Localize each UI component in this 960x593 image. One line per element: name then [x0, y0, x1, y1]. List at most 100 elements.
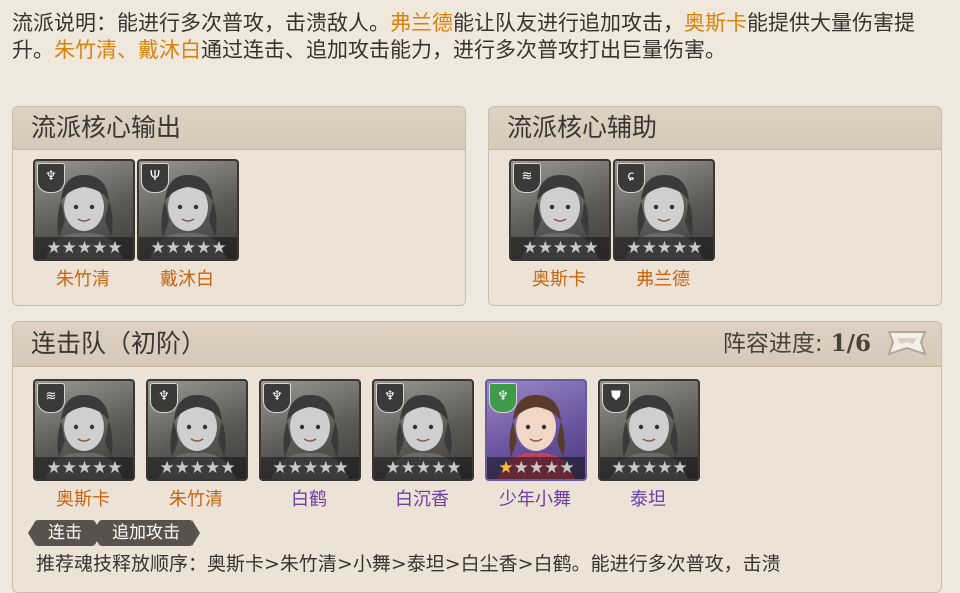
star-icon: ★	[107, 238, 122, 258]
desc-text: 通过连击、追加攻击能力，进行多次普攻打出巨量伤害。	[201, 38, 726, 62]
hero-card[interactable]: ♆ ★ ★ ★ ★ ★ 白沉香	[372, 379, 474, 511]
star-icon: ★	[431, 458, 446, 478]
star-rating: ★ ★ ★ ★ ★	[35, 237, 133, 259]
star-icon: ★	[513, 458, 529, 478]
star-icon: ★	[641, 238, 657, 258]
hero-name: 朱竹清	[169, 489, 223, 510]
star-icon: ★	[657, 458, 672, 478]
star-icon: ★	[165, 238, 181, 258]
progress-label: 阵容进度:	[722, 331, 823, 357]
star-icon: ★	[400, 458, 416, 478]
star-icon: ★	[302, 458, 318, 478]
swirl-icon: ɕ	[617, 163, 645, 193]
team-panel-header: 连击队（初阶） 阵容进度: 1/6	[13, 322, 941, 367]
hero-name: 奥斯卡	[56, 489, 110, 510]
wind-icon: ♆	[37, 163, 65, 193]
star-icon: ★	[583, 238, 598, 258]
star-icon: ★	[552, 238, 568, 258]
hero-card[interactable]: ♆ ★ ★ ★ ★ ★ 朱竹清	[146, 379, 248, 511]
wind-icon: ♆	[150, 383, 178, 413]
star-icon: ★	[76, 458, 92, 478]
hero-avatar[interactable]: ɕ ★ ★ ★ ★ ★	[613, 159, 715, 261]
star-icon: ★	[498, 458, 513, 478]
hero-name: 奥斯卡	[532, 269, 586, 290]
star-icon: ★	[150, 238, 165, 258]
star-icon: ★	[626, 238, 641, 258]
team-tags: 连击 追加攻击	[28, 520, 200, 546]
star-rating: ★ ★ ★ ★ ★	[600, 457, 698, 479]
star-icon: ★	[272, 458, 287, 478]
desc-highlight-hero: 弗兰德	[390, 11, 453, 35]
hero-card[interactable]: Ψ ★ ★ ★ ★ ★ 戴沐白	[137, 159, 239, 291]
hero-card[interactable]: ⛊ ★ ★ ★ ★ ★ 泰坦	[598, 379, 700, 511]
panel-title: 流派核心辅助	[489, 107, 941, 150]
hero-avatar[interactable]: ♆ ★ ★ ★ ★ ★	[146, 379, 248, 481]
star-icon: ★	[92, 238, 107, 258]
star-icon: ★	[559, 458, 574, 478]
hero-name: 少年小舞	[499, 489, 571, 510]
star-icon: ★	[537, 238, 553, 258]
shield-icon: ⛊	[602, 383, 630, 413]
star-icon: ★	[76, 238, 92, 258]
hero-avatar[interactable]: ⛊ ★ ★ ★ ★ ★	[598, 379, 700, 481]
hero-card[interactable]: ♆ ★ ★ ★ ★ ★ 白鹤	[259, 379, 361, 511]
star-icon: ★	[189, 458, 205, 478]
hero-avatar[interactable]: Ψ ★ ★ ★ ★ ★	[137, 159, 239, 261]
hero-name: 弗兰德	[636, 269, 690, 290]
tag-combo: 连击	[28, 520, 102, 546]
star-icon: ★	[61, 238, 77, 258]
star-icon: ★	[522, 238, 537, 258]
hero-avatar[interactable]: ≋ ★ ★ ★ ★ ★	[33, 379, 135, 481]
star-icon: ★	[333, 458, 348, 478]
star-rating: ★ ★ ★ ★ ★	[487, 457, 585, 479]
team-title: 连击队（初阶）	[31, 329, 207, 358]
hero-avatar[interactable]: ♆ ★ ★ ★ ★ ★	[372, 379, 474, 481]
desc-text: 能让队友进行追加攻击，	[453, 11, 684, 35]
team-progress: 阵容进度: 1/6	[723, 322, 871, 366]
star-icon: ★	[544, 458, 559, 478]
hero-avatar[interactable]: ≋ ★ ★ ★ ★ ★	[509, 159, 611, 261]
star-icon: ★	[641, 458, 657, 478]
star-icon: ★	[672, 238, 687, 258]
star-icon: ★	[446, 458, 461, 478]
star-icon: ★	[174, 458, 190, 478]
star-rating: ★ ★ ★ ★ ★	[148, 457, 246, 479]
wave-icon: ≋	[37, 383, 65, 413]
star-icon: ★	[528, 458, 544, 478]
hero-name: 泰坦	[630, 489, 666, 510]
hero-avatar[interactable]: ♆ ★ ★ ★ ★ ★	[259, 379, 361, 481]
star-icon: ★	[107, 458, 122, 478]
star-icon: ★	[46, 458, 61, 478]
star-icon: ★	[211, 238, 226, 258]
star-icon: ★	[568, 238, 583, 258]
progress-value: 1/6	[830, 330, 871, 357]
desc-highlight-hero: 奥斯卡	[684, 11, 747, 35]
hero-card[interactable]: ♆ ★ ★ ★ ★ ★ 朱竹清	[33, 159, 135, 291]
wave-icon: ≋	[513, 163, 541, 193]
star-icon: ★	[611, 458, 626, 478]
star-icon: ★	[92, 458, 107, 478]
star-icon: ★	[415, 458, 431, 478]
star-rating: ★ ★ ★ ★ ★	[261, 457, 359, 479]
star-icon: ★	[159, 458, 174, 478]
hero-card[interactable]: ≋ ★ ★ ★ ★ ★ 奥斯卡	[33, 379, 135, 511]
star-rating: ★ ★ ★ ★ ★	[615, 237, 713, 259]
banner-reward-icon[interactable]	[885, 326, 929, 360]
hero-name: 戴沐白	[160, 269, 214, 290]
hero-name: 白沉香	[395, 489, 449, 510]
hero-name: 朱竹清	[56, 269, 110, 290]
hero-avatar[interactable]: ♆ ★ ★ ★ ★ ★	[485, 379, 587, 481]
tag-follow-up: 追加攻击	[92, 520, 200, 546]
star-icon: ★	[318, 458, 333, 478]
hero-card[interactable]: ♆ ★ ★ ★ ★ ★ 少年小舞	[485, 379, 587, 511]
star-rating: ★ ★ ★ ★ ★	[139, 237, 237, 259]
hero-avatar[interactable]: ♆ ★ ★ ★ ★ ★	[33, 159, 135, 261]
wind-icon: ♆	[376, 383, 404, 413]
star-rating: ★ ★ ★ ★ ★	[35, 457, 133, 479]
star-icon: ★	[385, 458, 400, 478]
strategy-description: 流派说明：能进行多次普攻，击溃敌人。弗兰德能让队友进行追加攻击，奥斯卡能提供大量…	[12, 10, 942, 64]
hero-card[interactable]: ɕ ★ ★ ★ ★ ★ 弗兰德	[613, 159, 715, 291]
wind-icon: ♆	[263, 383, 291, 413]
star-icon: ★	[205, 458, 220, 478]
hero-card[interactable]: ≋ ★ ★ ★ ★ ★ 奥斯卡	[509, 159, 611, 291]
